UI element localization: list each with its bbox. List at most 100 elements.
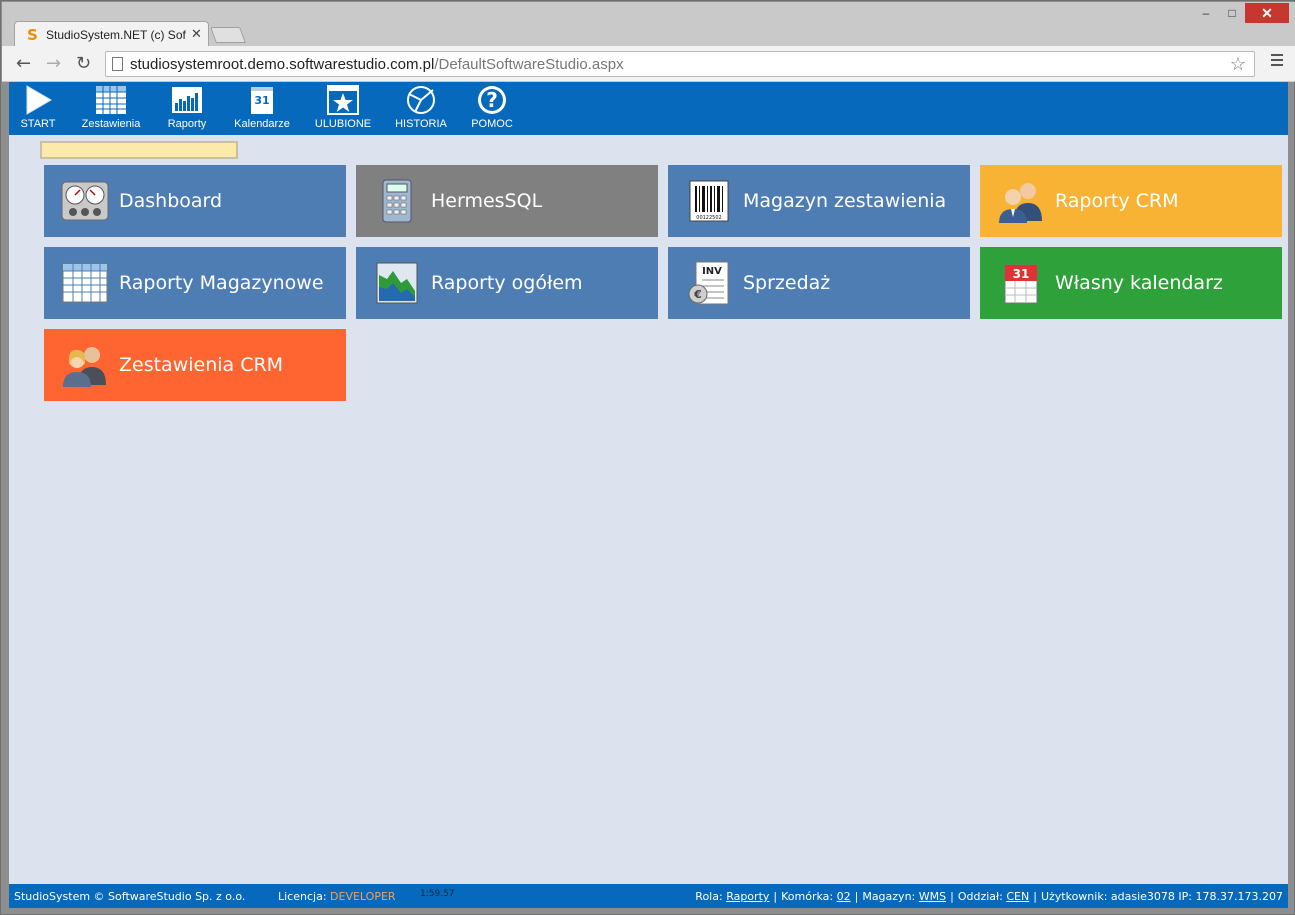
app-area: START Zestawienia Raporty 31 Kalendarze … [9, 82, 1288, 908]
url-text[interactable]: studiosystemroot.demo.softwarestudio.com… [130, 56, 624, 73]
nav-ulubione-label: ULUBIONE [314, 118, 372, 130]
role-label: Rola: [695, 890, 723, 903]
minimize-button[interactable]: – [1193, 3, 1219, 23]
browser-menu-icon[interactable] [1271, 54, 1283, 69]
history-icon [405, 84, 437, 116]
warehouse-link[interactable]: WMS [919, 890, 946, 903]
nav-historia[interactable]: HISTORIA [390, 84, 452, 130]
tile-zestawienia-crm-label: Zestawienia CRM [119, 354, 284, 376]
tile-raporty-magazynowe-label: Raporty Magazynowe [119, 272, 324, 294]
branch-link[interactable]: CEN [1006, 890, 1029, 903]
session-time: 1:59.57 [420, 889, 455, 899]
help-icon: ? [476, 84, 508, 116]
url-path: /DefaultSoftwareStudio.aspx [434, 56, 624, 73]
maximize-button[interactable]: □ [1219, 3, 1245, 23]
page-icon [112, 57, 123, 71]
forward-arrow-icon[interactable]: → [46, 53, 61, 74]
close-window-button[interactable]: ✕ [1245, 3, 1289, 23]
role-link[interactable]: Raporty [726, 890, 769, 903]
nav-zestawienia[interactable]: Zestawienia [76, 84, 146, 130]
tile-raporty-crm-label: Raporty CRM [1055, 190, 1179, 212]
nav-kalendarze[interactable]: 31 Kalendarze [227, 84, 297, 130]
tile-sprzedaz-label: Sprzedaż [743, 272, 831, 294]
tile-magazyn-zestawienia[interactable]: 00122502 Magazyn zestawienia [668, 165, 970, 237]
url-host: studiosystemroot.demo.softwarestudio.com… [130, 56, 435, 73]
tile-hermessql[interactable]: HermesSQL [356, 165, 658, 237]
separator: | [1033, 890, 1037, 903]
tile-raporty-crm[interactable]: Raporty CRM [980, 165, 1282, 237]
status-bar: StudioSystem © SoftwareStudio Sp. z o.o.… [9, 884, 1288, 908]
license-value: DEVELOPER [330, 890, 396, 903]
nav-pomoc-label: POMOC [471, 118, 513, 130]
svg-text:00122502: 00122502 [696, 215, 721, 221]
tile-sprzedaz[interactable]: INV € Sprzedaż [668, 247, 970, 319]
nav-historia-label: HISTORIA [395, 118, 447, 130]
app-navbar: START Zestawienia Raporty 31 Kalendarze … [9, 82, 1288, 135]
tile-raporty-ogolem-label: Raporty ogółem [431, 272, 583, 294]
bookmark-star-icon[interactable]: ☆ [1230, 54, 1246, 75]
license-label: Licencja: [278, 890, 327, 903]
ip-label: IP: [1178, 890, 1193, 903]
license-info: Licencja: DEVELOPER [278, 890, 396, 903]
nav-zestawienia-label: Zestawienia [81, 118, 141, 130]
browser-window: S StudioSystem.NET (c) Software ✕ – □ ✕ … [0, 0, 1295, 915]
calendar-icon: 31 [246, 84, 278, 116]
ip-value: 178.37.173.207 [1195, 890, 1283, 903]
gauges-icon [60, 178, 110, 224]
separator: | [950, 890, 954, 903]
nav-raporty-label: Raporty [167, 118, 207, 130]
tile-wlasny-kalendarz[interactable]: 31 Własny kalendarz [980, 247, 1282, 319]
user-label: Użytkownik: [1040, 890, 1108, 903]
area-chart-icon [372, 260, 422, 306]
warehouse-label: Magazyn: [862, 890, 916, 903]
branch-label: Oddział: [957, 890, 1003, 903]
tile-wlasny-kalendarz-label: Własny kalendarz [1055, 272, 1223, 294]
title-bar: S StudioSystem.NET (c) Software ✕ – □ ✕ [2, 2, 1295, 47]
window-controls: – □ ✕ [1193, 3, 1289, 23]
barcode-icon: 00122502 [684, 178, 734, 224]
nav-start[interactable]: START [18, 84, 58, 130]
star-icon [327, 84, 359, 116]
browser-tab[interactable]: S StudioSystem.NET (c) Software ✕ [14, 21, 209, 47]
separator: | [854, 890, 859, 903]
svg-text:INV: INV [702, 266, 722, 277]
new-tab-button[interactable] [210, 27, 246, 43]
svg-text:31: 31 [1013, 267, 1030, 281]
tile-dashboard[interactable]: Dashboard [44, 165, 346, 237]
svg-text:€: € [693, 288, 702, 301]
users-icon [60, 342, 110, 388]
tile-hermessql-label: HermesSQL [431, 190, 543, 212]
search-input[interactable] [40, 141, 238, 159]
svg-text:?: ? [486, 88, 498, 112]
tab-close-icon[interactable]: ✕ [191, 26, 202, 42]
nav-kalendarze-label: Kalendarze [234, 118, 290, 130]
tile-dashboard-label: Dashboard [119, 190, 223, 212]
invoice-icon: INV € [684, 260, 734, 306]
svg-text:31: 31 [254, 94, 269, 107]
table-icon [60, 260, 110, 306]
tab-title: StudioSystem.NET (c) Software [46, 28, 186, 42]
back-arrow-icon[interactable]: ← [16, 53, 31, 74]
tile-raporty-magazynowe[interactable]: Raporty Magazynowe [44, 247, 346, 319]
cell-link[interactable]: 02 [837, 890, 851, 903]
nav-ulubione[interactable]: ULUBIONE [311, 84, 375, 130]
browser-toolbar: ← → ↻ studiosystemroot.demo.softwarestud… [2, 46, 1295, 82]
reload-icon[interactable]: ↻ [76, 53, 91, 74]
separator: | [773, 890, 778, 903]
nav-raporty[interactable]: Raporty [163, 84, 211, 130]
calculator-icon [372, 178, 422, 224]
tile-zestawienia-crm[interactable]: Zestawienia CRM [44, 329, 346, 401]
tile-raporty-ogolem[interactable]: Raporty ogółem [356, 247, 658, 319]
nav-pomoc[interactable]: ? POMOC [468, 84, 516, 130]
cell-label: Komórka: [781, 890, 834, 903]
session-info: Rola: Raporty | Komórka: 02 | Magazyn: WMS | O… [695, 890, 1283, 903]
bar-chart-icon [171, 84, 203, 116]
copyright-text: StudioSystem © SoftwareStudio Sp. z o.o. [14, 890, 246, 903]
play-icon [22, 84, 54, 116]
address-bar[interactable]: studiosystemroot.demo.softwarestudio.com… [105, 51, 1255, 77]
users-icon [996, 178, 1046, 224]
table-icon [95, 84, 127, 116]
studiosystem-logo-icon: S [27, 26, 38, 44]
nav-start-label: START [20, 118, 56, 130]
tile-magazyn-zestawienia-label: Magazyn zestawienia [743, 190, 947, 212]
